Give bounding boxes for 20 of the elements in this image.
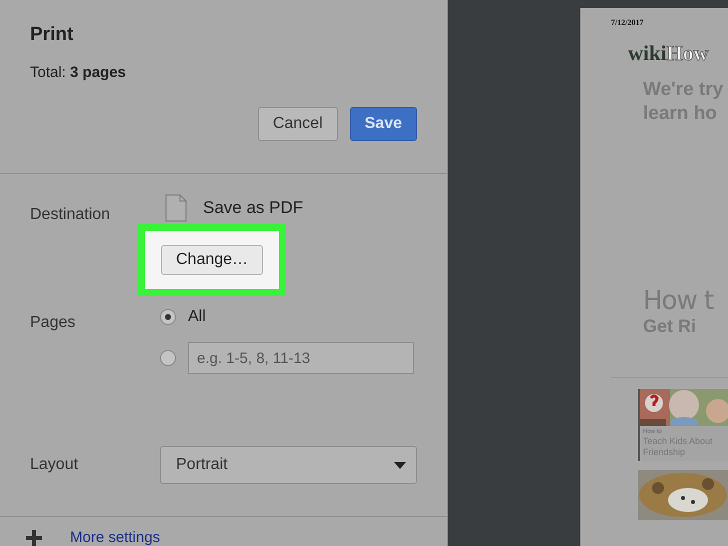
more-settings-link[interactable]: More settings: [70, 529, 160, 546]
page-range-field[interactable]: e.g. 1-5, 8, 11-13: [188, 342, 414, 374]
page-date: 7/12/2017: [611, 18, 644, 27]
document-icon: [165, 194, 187, 222]
radio-button[interactable]: [160, 309, 176, 325]
change-button[interactable]: Change…: [161, 245, 264, 275]
dialog-title: Print: [30, 24, 74, 46]
cancel-button[interactable]: Cancel: [258, 107, 338, 141]
layout-dropdown[interactable]: Portrait: [160, 446, 417, 484]
radio-button[interactable]: [160, 350, 176, 366]
setting-label: Layout: [30, 456, 80, 474]
option-label: All: [188, 308, 206, 326]
setting-label: Pages: [30, 314, 76, 333]
destination-name: Save as PDF: [203, 198, 304, 218]
page-total: Total: 3 pages: [30, 64, 127, 81]
plus-icon[interactable]: [26, 530, 42, 546]
caret-icon: [394, 462, 406, 468]
save-button[interactable]: Save: [350, 107, 417, 141]
setting-label: Destination: [30, 206, 112, 225]
site-logo: wikiHow: [628, 41, 710, 66]
